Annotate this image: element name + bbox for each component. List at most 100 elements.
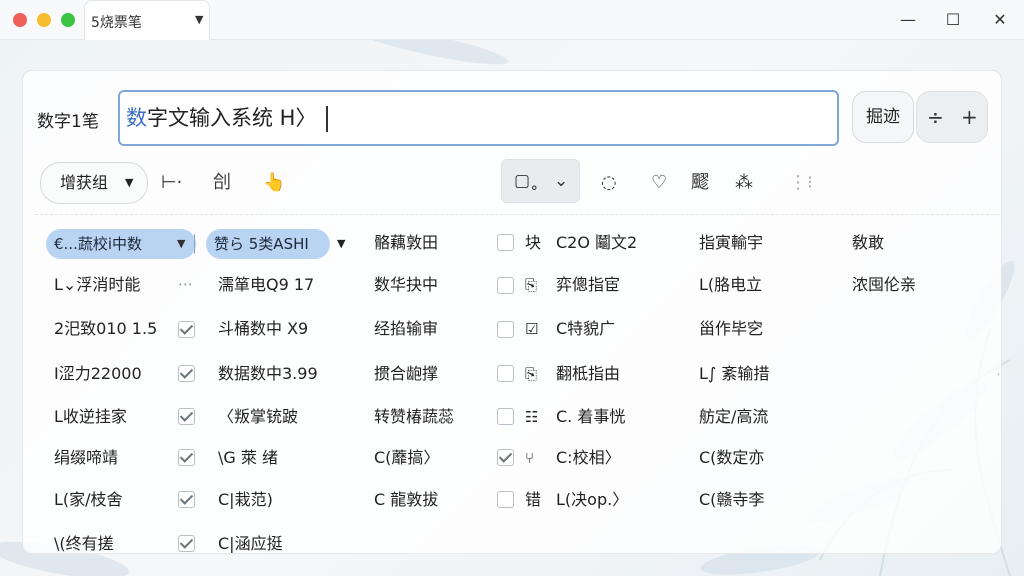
table-cell: 甾作毕穵 bbox=[699, 319, 764, 338]
table-cell: 骼藕敦田 bbox=[374, 233, 439, 252]
chevron-down-icon[interactable]: ▼ bbox=[195, 13, 203, 26]
table-cell: C:校相〉 bbox=[556, 448, 621, 467]
close-button[interactable]: ✕ bbox=[986, 8, 1014, 32]
title-bar: 5烧票笔 ▼ — ☐ ✕ bbox=[0, 0, 1024, 40]
checkbox[interactable] bbox=[497, 491, 514, 508]
table-cell: 数华抉中 bbox=[374, 275, 439, 294]
table-cell: C. 着事恍 bbox=[556, 407, 626, 426]
maximize-button[interactable]: ☐ bbox=[939, 8, 967, 32]
table-cell: 数据数中3.99 bbox=[218, 364, 318, 383]
table-cell: C(蘼搞〉 bbox=[374, 448, 440, 467]
pill-divider bbox=[194, 234, 195, 254]
group-dropdown-label: 增获组 bbox=[60, 173, 109, 192]
zoom-traffic-light[interactable] bbox=[61, 13, 75, 27]
table-cell: I涩力22000 bbox=[54, 364, 142, 383]
table-cell: C 龍敦拔 bbox=[374, 490, 439, 509]
table-cell: 〈叛掌铳跛 bbox=[218, 407, 299, 426]
table-cell: 指寅輸宇 bbox=[699, 233, 764, 252]
checkbox[interactable] bbox=[497, 277, 514, 294]
table-cell: C(数定亦 bbox=[699, 448, 765, 467]
table-cell: 经掐输审 bbox=[374, 319, 439, 338]
table-cell: 块 bbox=[525, 233, 542, 252]
input-highlight-text: 数 bbox=[126, 106, 147, 130]
checkbox[interactable] bbox=[178, 365, 195, 382]
checkbox[interactable] bbox=[497, 365, 514, 382]
filter-pill-2[interactable]: 赞ら 5类ASHI bbox=[206, 229, 330, 259]
table-cell: 斗桶数中 X9 bbox=[218, 319, 309, 338]
table-cell: L(家/枝舍 bbox=[54, 490, 123, 509]
table-cell: 2汜致010 1.5 bbox=[54, 319, 158, 338]
filter-pill-2-label: 赞ら 5类ASHI bbox=[214, 235, 309, 253]
table-cell: 错 bbox=[525, 490, 542, 509]
input-label: 数字1笔 bbox=[37, 112, 99, 132]
confirm-button[interactable]: 掘迹 bbox=[852, 91, 914, 143]
checkbox[interactable] bbox=[178, 408, 195, 425]
more-icon[interactable]: ⋮⁝ bbox=[789, 171, 813, 195]
input-text: 字文输入系统 H〉 bbox=[147, 106, 317, 130]
group-dropdown[interactable]: 增获组 ▼ bbox=[40, 162, 148, 204]
grid-icon[interactable]: 㓣 bbox=[213, 171, 231, 195]
text-tool-icon[interactable]: 飂 bbox=[691, 171, 709, 195]
filter-pill-1[interactable]: €...蔬校i中数 ▼ bbox=[46, 229, 196, 259]
table-cell: \G 萊 绪 bbox=[218, 448, 278, 467]
stepper-group: ÷ + bbox=[916, 91, 988, 143]
checkbox[interactable] bbox=[178, 535, 195, 552]
table-cell: 转赞椿蔬蕊 bbox=[374, 407, 455, 426]
table-cell: 掼合龅撑 bbox=[374, 364, 439, 383]
table-cell: 浓囤伦亲 bbox=[852, 275, 917, 294]
scroll-up-arrow[interactable]: ▲ bbox=[998, 367, 999, 376]
doc-icon: ⎘ bbox=[525, 276, 538, 294]
minimize-button[interactable]: — bbox=[894, 8, 922, 32]
table-cell: C|涵应挺 bbox=[218, 534, 283, 553]
main-panel: 数字1笔 数字文输入系统 H〉 掘迹 ÷ + 增获组 ▼ ⊢· 㓣 👆 ▢˳ ⌄… bbox=[22, 70, 1002, 554]
chevron-down-icon[interactable]: ▼ bbox=[337, 233, 345, 255]
text-cursor bbox=[326, 106, 329, 132]
minimize-traffic-light[interactable] bbox=[37, 13, 51, 27]
shield-icon[interactable]: ♡ bbox=[651, 171, 667, 195]
plus-button[interactable]: + bbox=[961, 105, 978, 129]
table-cell: 敎敢 bbox=[852, 233, 885, 252]
checkbox[interactable] bbox=[497, 449, 514, 466]
checkbox[interactable] bbox=[178, 449, 195, 466]
table-cell: 濡箪电Q9 17 bbox=[218, 275, 315, 294]
table-cell: 舫定/高流 bbox=[699, 407, 769, 426]
divide-button[interactable]: ÷ bbox=[927, 105, 944, 129]
pointer-icon[interactable]: 👆 bbox=[263, 171, 285, 195]
checkbox[interactable] bbox=[497, 408, 514, 425]
checkbox[interactable] bbox=[497, 321, 514, 338]
table-cell: 翻柢指由 bbox=[556, 364, 621, 383]
check-doc-icon: ☑ bbox=[525, 320, 539, 338]
table-cell: L⌄浮消时能 bbox=[54, 275, 141, 294]
checkbox[interactable] bbox=[178, 321, 195, 338]
select-icon[interactable]: ▢˳ bbox=[514, 171, 539, 191]
table-cell: L∫ 紊输措 bbox=[699, 364, 770, 383]
table-cell: C2O 鬮文2 bbox=[556, 233, 638, 252]
checkbox[interactable] bbox=[178, 491, 195, 508]
view-segment: ▢˳ ⌄ bbox=[501, 159, 580, 203]
table-cell: C(赣寺李 bbox=[699, 490, 765, 509]
table-cell: L(决op.〉 bbox=[556, 490, 629, 509]
checkbox[interactable] bbox=[497, 234, 514, 251]
chevron-down-icon: ▼ bbox=[125, 176, 134, 189]
sparkle-icon[interactable]: ⁂ bbox=[735, 171, 753, 195]
table-cell: 绢缀啼靖 bbox=[54, 448, 119, 467]
branch-icon: ⑂ bbox=[525, 449, 535, 467]
table-cell: 弈傯指宦 bbox=[556, 275, 621, 294]
chevron-down-icon[interactable]: ▼ bbox=[177, 229, 185, 259]
refresh-icon[interactable]: ◌ bbox=[601, 171, 617, 195]
table-cell: L(胳电立 bbox=[699, 275, 763, 294]
data-table: €...蔬校i中数 ▼ 赞ら 5类ASHI ▼ L⌄浮消时能 2汜致010 1.… bbox=[35, 214, 999, 555]
chevron-down-icon[interactable]: ⌄ bbox=[554, 171, 568, 191]
main-text-input[interactable]: 数字文输入系统 H〉 bbox=[118, 90, 839, 146]
doc-icon: ⎘ bbox=[525, 365, 538, 383]
dash-checkbox[interactable]: ⋯ bbox=[178, 275, 196, 293]
table-cell: C特貌广 bbox=[556, 319, 616, 338]
table-cell: \(终有搓 bbox=[54, 534, 114, 553]
close-traffic-light[interactable] bbox=[13, 13, 27, 27]
window-tab-label: 5烧票笔 bbox=[91, 15, 142, 31]
table-cell: C|栽范) bbox=[218, 490, 273, 509]
table-cell: L收逆挂家 bbox=[54, 407, 127, 426]
indent-icon[interactable]: ⊢· bbox=[161, 171, 182, 195]
list-icon: ☷ bbox=[525, 408, 539, 426]
window-tab[interactable]: 5烧票笔 ▼ bbox=[84, 0, 210, 40]
